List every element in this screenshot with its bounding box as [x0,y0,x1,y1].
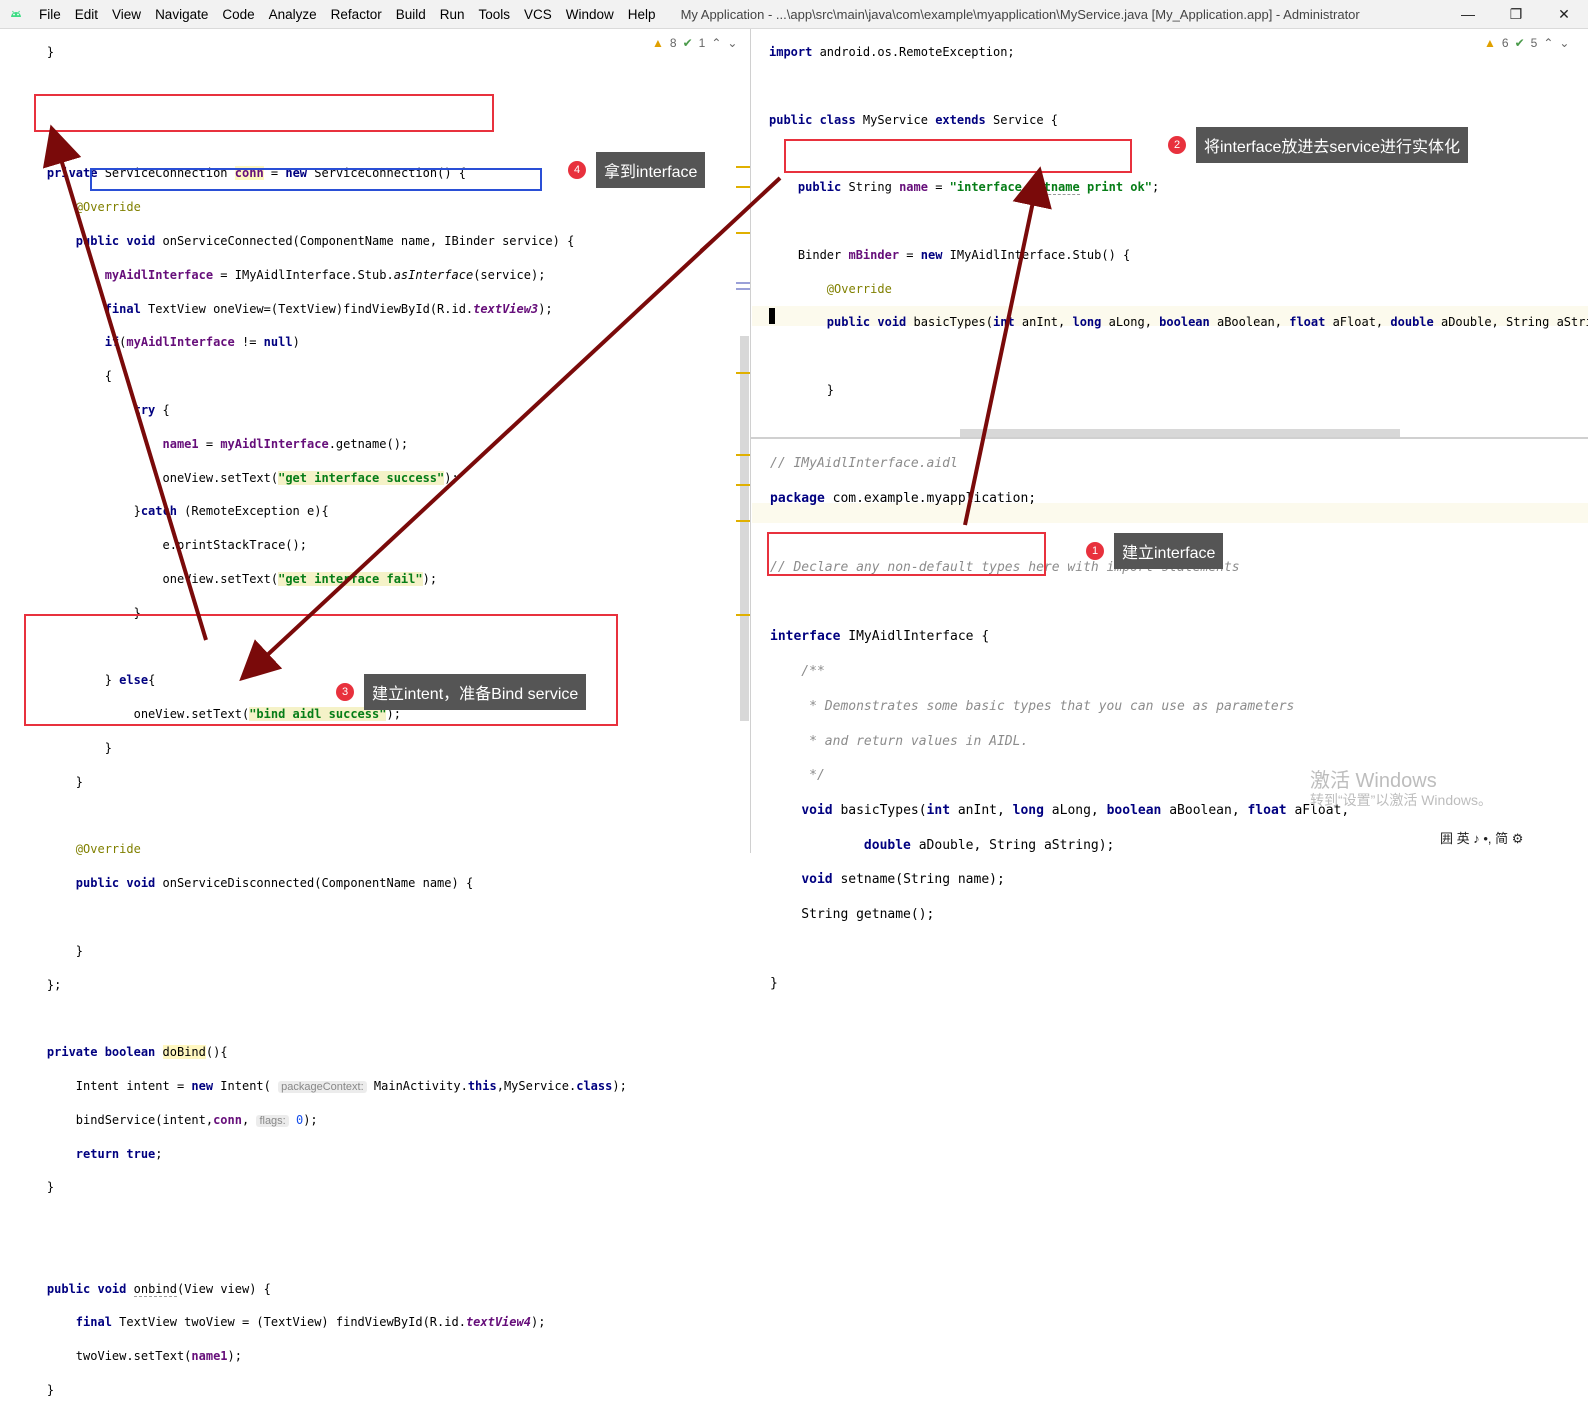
arrow-to-dobind [239,176,782,682]
arrow-to-stub [963,166,1052,526]
callout-number: 3 [336,683,354,701]
callout-label: 建立intent，准备Bind service [364,674,587,710]
callout-3: 3 建立intent，准备Bind service [336,674,587,710]
callout-label: 将interface放进去service进行实体化 [1196,127,1469,163]
callout-number: 4 [568,161,586,179]
callout-1: 1 建立interface [1086,533,1224,569]
activation-watermark-subtitle: 转到“设置”以激活 Windows。 [1310,792,1493,808]
arrow-to-conn [42,124,208,641]
ime-indicator[interactable]: 囲 英 ♪ •, 简 ⚙ [1440,828,1523,847]
callout-number: 1 [1086,542,1104,560]
activation-watermark-title: 激活 Windows [1310,770,1437,792]
callout-label: 建立interface [1114,533,1224,569]
callout-2: 2 将interface放进去service进行实体化 [1168,127,1469,163]
callout-4: 4 拿到interface [568,152,706,188]
callout-number: 2 [1168,136,1186,154]
callout-label: 拿到interface [596,152,706,188]
thin-link [699,177,781,251]
